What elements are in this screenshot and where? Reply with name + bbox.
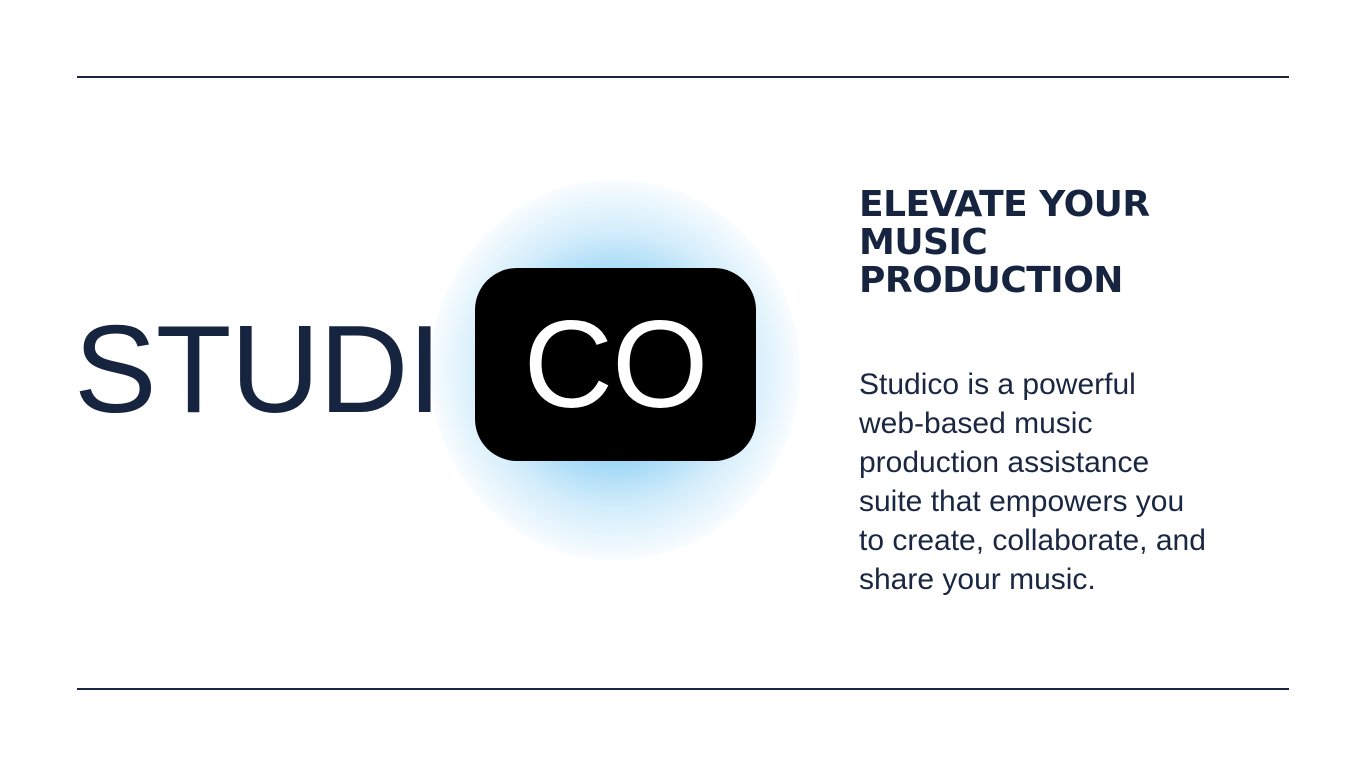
description-line-6: share your music. [859,563,1096,596]
description: Studico is a powerful web-based music pr… [859,365,1244,599]
description-line-2: web-based music [859,407,1093,440]
bottom-divider [77,688,1289,690]
description-line-3: production assistance [859,446,1150,479]
description-line-1: Studico is a powerful [859,368,1136,401]
headline-line-1: ELEVATE YOUR [859,184,1150,225]
logo-text-studi: STUDI [74,301,442,439]
logo-text-co: CO [523,296,709,434]
description-line-5: to create, collaborate, and [859,524,1206,557]
top-divider [77,76,1289,78]
headline-line-3: PRODUCTION [859,260,1123,301]
description-line-4: suite that empowers you [859,485,1185,518]
headline-line-2: MUSIC [859,222,988,263]
headline: ELEVATE YOUR MUSIC PRODUCTION [859,186,1259,300]
